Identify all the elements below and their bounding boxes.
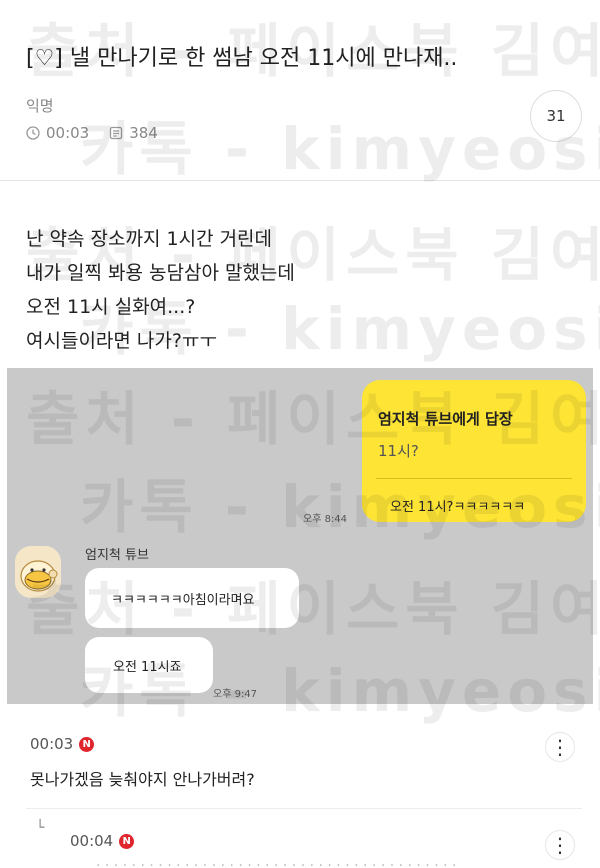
truncated-comment: · · · · · · · · · · · · · · · · · · · · … (96, 858, 457, 868)
comment-count: 31 (546, 107, 566, 125)
chat-message: 오전 11시죠 (85, 637, 213, 693)
comment-text: 못나가겠음 늦춰야지 안나가버려? (30, 770, 255, 789)
post-meta: 00:03 384 (26, 124, 158, 142)
reply-time: 오후 8:44 (303, 514, 348, 525)
post-title: [♡] 낼 만나기로 한 썸남 오전 11시에 만나재.. (26, 46, 458, 71)
header-divider (0, 180, 600, 181)
reply-message: 오전 11시?ㅋㅋㅋㅋㅋㅋ (390, 500, 526, 515)
body-line: 내가 일찍 봐용 농담삼아 말했는데 (26, 262, 295, 284)
author-name: 익명 (26, 97, 54, 115)
message-time: 오후 9:47 (213, 689, 258, 700)
comment-time: 00:03 (30, 735, 74, 753)
clock-icon (26, 126, 40, 140)
body-line: 난 약속 장소까지 1시간 거린데 (26, 228, 273, 250)
more-vertical-icon: ⋮ (550, 735, 570, 759)
reply-arrow-icon: └ (36, 820, 45, 836)
reply-title: 엄지척 튜브에게 답장 (378, 410, 513, 428)
chat-message: ㅋㅋㅋㅋㅋㅋ아침이라며요 (85, 568, 299, 628)
comment-count-button[interactable]: 31 (530, 90, 582, 142)
reply-divider (376, 478, 572, 479)
new-badge: N (79, 736, 95, 752)
sender-name: 엄지척 튜브 (85, 548, 149, 563)
reply-quote: 11시? (378, 442, 419, 460)
comment-meta: 00:03 N (30, 735, 95, 753)
reply-bubble: 엄지척 튜브에게 답장 11시? 오전 11시?ㅋㅋㅋㅋㅋㅋ (362, 380, 586, 522)
comment-meta: 00:04 N (70, 832, 135, 850)
comment-divider (26, 808, 582, 809)
body-line: 오전 11시 실화여...? (26, 296, 196, 318)
comment-time: 00:04 (70, 832, 114, 850)
chat-message-text: ㅋㅋㅋㅋㅋㅋ아침이라며요 (111, 592, 255, 608)
view-count: 384 (129, 124, 158, 142)
more-options-button[interactable]: ⋮ (545, 732, 575, 762)
more-vertical-icon: ⋮ (550, 833, 570, 857)
views-icon (109, 126, 123, 140)
body-line: 여시들이라면 나가?ㅠㅜ (26, 330, 217, 352)
new-badge: N (119, 833, 135, 849)
post-header: [♡] 낼 만나기로 한 썸남 오전 11시에 만나재.. 익명 00:03 3… (0, 0, 600, 180)
chat-message-text: 오전 11시죠 (113, 659, 182, 675)
post-time: 00:03 (46, 124, 90, 142)
more-options-button[interactable]: ⋮ (545, 830, 575, 860)
post-body: 난 약속 장소까지 1시간 거린데 내가 일찍 봐용 농담삼아 말했는데 오전 … (26, 222, 295, 358)
avatar (15, 546, 61, 598)
chat-screenshot: 엄지척 튜브에게 답장 11시? 오전 11시?ㅋㅋㅋㅋㅋㅋ 오후 8:44 엄… (7, 368, 593, 704)
